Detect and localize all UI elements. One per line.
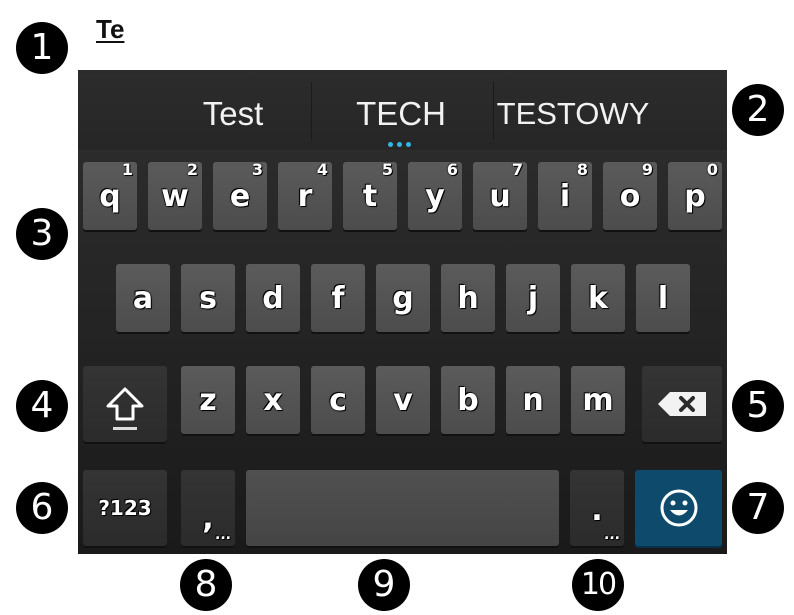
key-m[interactable]: m [571, 366, 625, 434]
key-o[interactable]: o9 [603, 160, 657, 230]
callout-marker-3: 3 [16, 208, 68, 260]
shift-key[interactable] [83, 366, 167, 442]
key-n[interactable]: n [506, 366, 560, 434]
key-x[interactable]: x [246, 366, 300, 434]
key-q[interactable]: q1 [83, 160, 137, 230]
key-f[interactable]: f [311, 264, 365, 332]
comma-key[interactable]: , ... [181, 470, 235, 546]
suggestion-strip: Test TECH TESTOWY [78, 70, 727, 150]
suggestion-divider [493, 82, 494, 140]
key-hint: 5 [381, 160, 393, 179]
key-l[interactable]: l [636, 264, 690, 332]
key-hint: 7 [511, 160, 523, 179]
key-w[interactable]: w2 [148, 160, 202, 230]
key-hint: 1 [121, 160, 133, 179]
key-hint: 0 [706, 160, 718, 179]
key-s[interactable]: s [181, 264, 235, 332]
callout-marker-7: 7 [732, 482, 784, 534]
callout-marker-9: 9 [358, 559, 410, 611]
suggestion-divider [311, 82, 312, 140]
key-hint: 9 [641, 160, 653, 179]
key-r[interactable]: r4 [278, 160, 332, 230]
key-d[interactable]: d [246, 264, 300, 332]
typed-text[interactable]: Te [96, 14, 124, 45]
period-key[interactable]: . ... [570, 470, 624, 546]
callout-marker-5: 5 [732, 380, 784, 432]
callout-marker-6: 6 [16, 482, 68, 534]
key-e[interactable]: e3 [213, 160, 267, 230]
key-b[interactable]: b [441, 366, 495, 434]
key-z[interactable]: z [181, 366, 235, 434]
backspace-icon [658, 392, 706, 416]
suggestion-1[interactable]: Test [178, 94, 288, 134]
key-u[interactable]: u7 [473, 160, 527, 230]
more-suggestions-indicator[interactable] [388, 142, 411, 147]
key-hint: 4 [316, 160, 328, 179]
key-y[interactable]: y6 [408, 160, 462, 230]
key-t[interactable]: t5 [343, 160, 397, 230]
key-hint: 3 [251, 160, 263, 179]
shift-indicator [113, 427, 137, 430]
callout-marker-10: 10 [572, 559, 624, 611]
space-key[interactable] [246, 470, 559, 546]
key-i[interactable]: i8 [538, 160, 592, 230]
comma-more-indicator: ... [215, 527, 231, 543]
key-a[interactable]: a [116, 264, 170, 332]
key-hint: 6 [446, 160, 458, 179]
key-j[interactable]: j [506, 264, 560, 332]
key-c[interactable]: c [311, 366, 365, 434]
backspace-key[interactable] [642, 366, 722, 442]
key-g[interactable]: g [376, 264, 430, 332]
key-k[interactable]: k [571, 264, 625, 332]
suggestion-2[interactable]: TECH [343, 94, 459, 134]
key-h[interactable]: h [441, 264, 495, 332]
key-hint: 8 [576, 160, 588, 179]
emoji-smiley-icon [660, 489, 697, 527]
key-hint: 2 [186, 160, 198, 179]
shift-arrow-icon [106, 387, 144, 421]
callout-marker-1: 1 [16, 22, 68, 74]
soft-keyboard: Test TECH TESTOWY q1 w2 e3 r4 t5 y6 u7 i… [78, 70, 727, 554]
key-v[interactable]: v [376, 366, 430, 434]
period-more-indicator: ... [604, 527, 620, 543]
callout-marker-2: 2 [732, 84, 784, 136]
symbols-key[interactable]: ?123 [83, 470, 167, 546]
emoji-key[interactable] [635, 470, 722, 546]
callout-marker-8: 8 [180, 559, 232, 611]
callout-marker-4: 4 [16, 380, 68, 432]
key-p[interactable]: p0 [668, 160, 722, 230]
suggestion-3[interactable]: TESTOWY [497, 94, 650, 134]
